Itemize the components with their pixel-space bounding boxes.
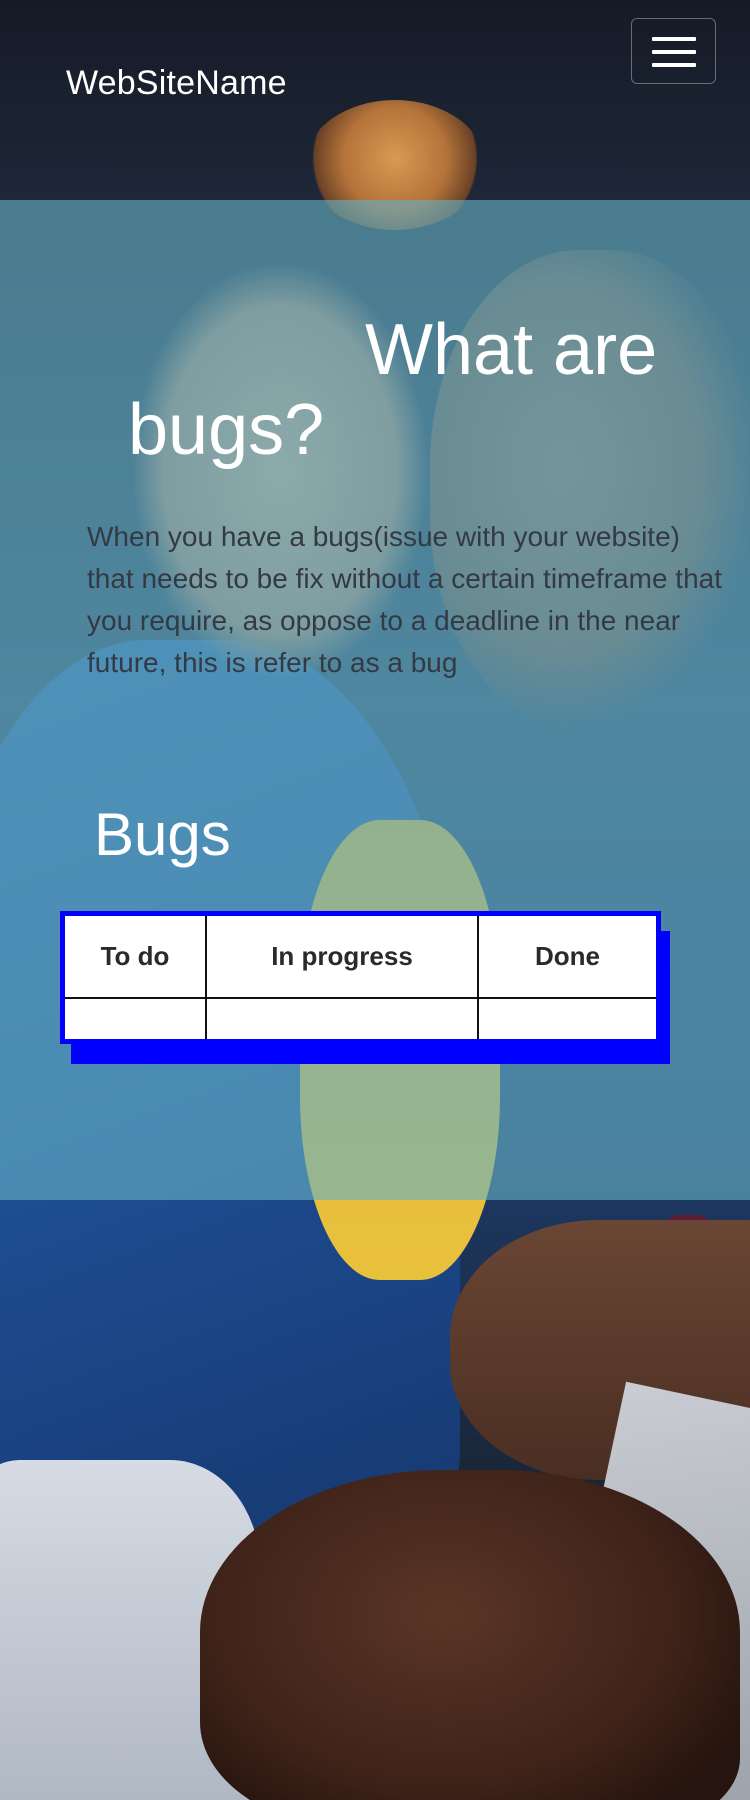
- heading-line-1: What are: [365, 310, 658, 390]
- table-cell-done: [477, 997, 656, 1039]
- navbar-toggle-button[interactable]: [631, 18, 716, 84]
- column-header-in-progress: In progress: [205, 916, 479, 1000]
- brand-link[interactable]: WebSiteName: [66, 64, 287, 103]
- page-heading: What are bugs?: [0, 310, 750, 490]
- heading-line-2: bugs?: [128, 390, 325, 470]
- navbar: WebSiteName: [0, 0, 750, 200]
- table-row: [65, 997, 656, 1039]
- bugs-description: When you have a bugs(issue with your web…: [87, 521, 723, 678]
- table-cell-todo: [65, 997, 207, 1039]
- column-header-todo: To do: [65, 916, 207, 1000]
- table-header-row: To do In progress Done: [65, 916, 656, 1000]
- photo-hands: [200, 1470, 740, 1800]
- bug-board-table: To do In progress Done: [65, 916, 656, 1039]
- bug-board: To do In progress Done: [60, 911, 661, 1044]
- bugs-section-title: Bugs: [94, 801, 231, 868]
- column-header-done: Done: [477, 916, 656, 1000]
- table-cell-in-progress: [205, 997, 479, 1039]
